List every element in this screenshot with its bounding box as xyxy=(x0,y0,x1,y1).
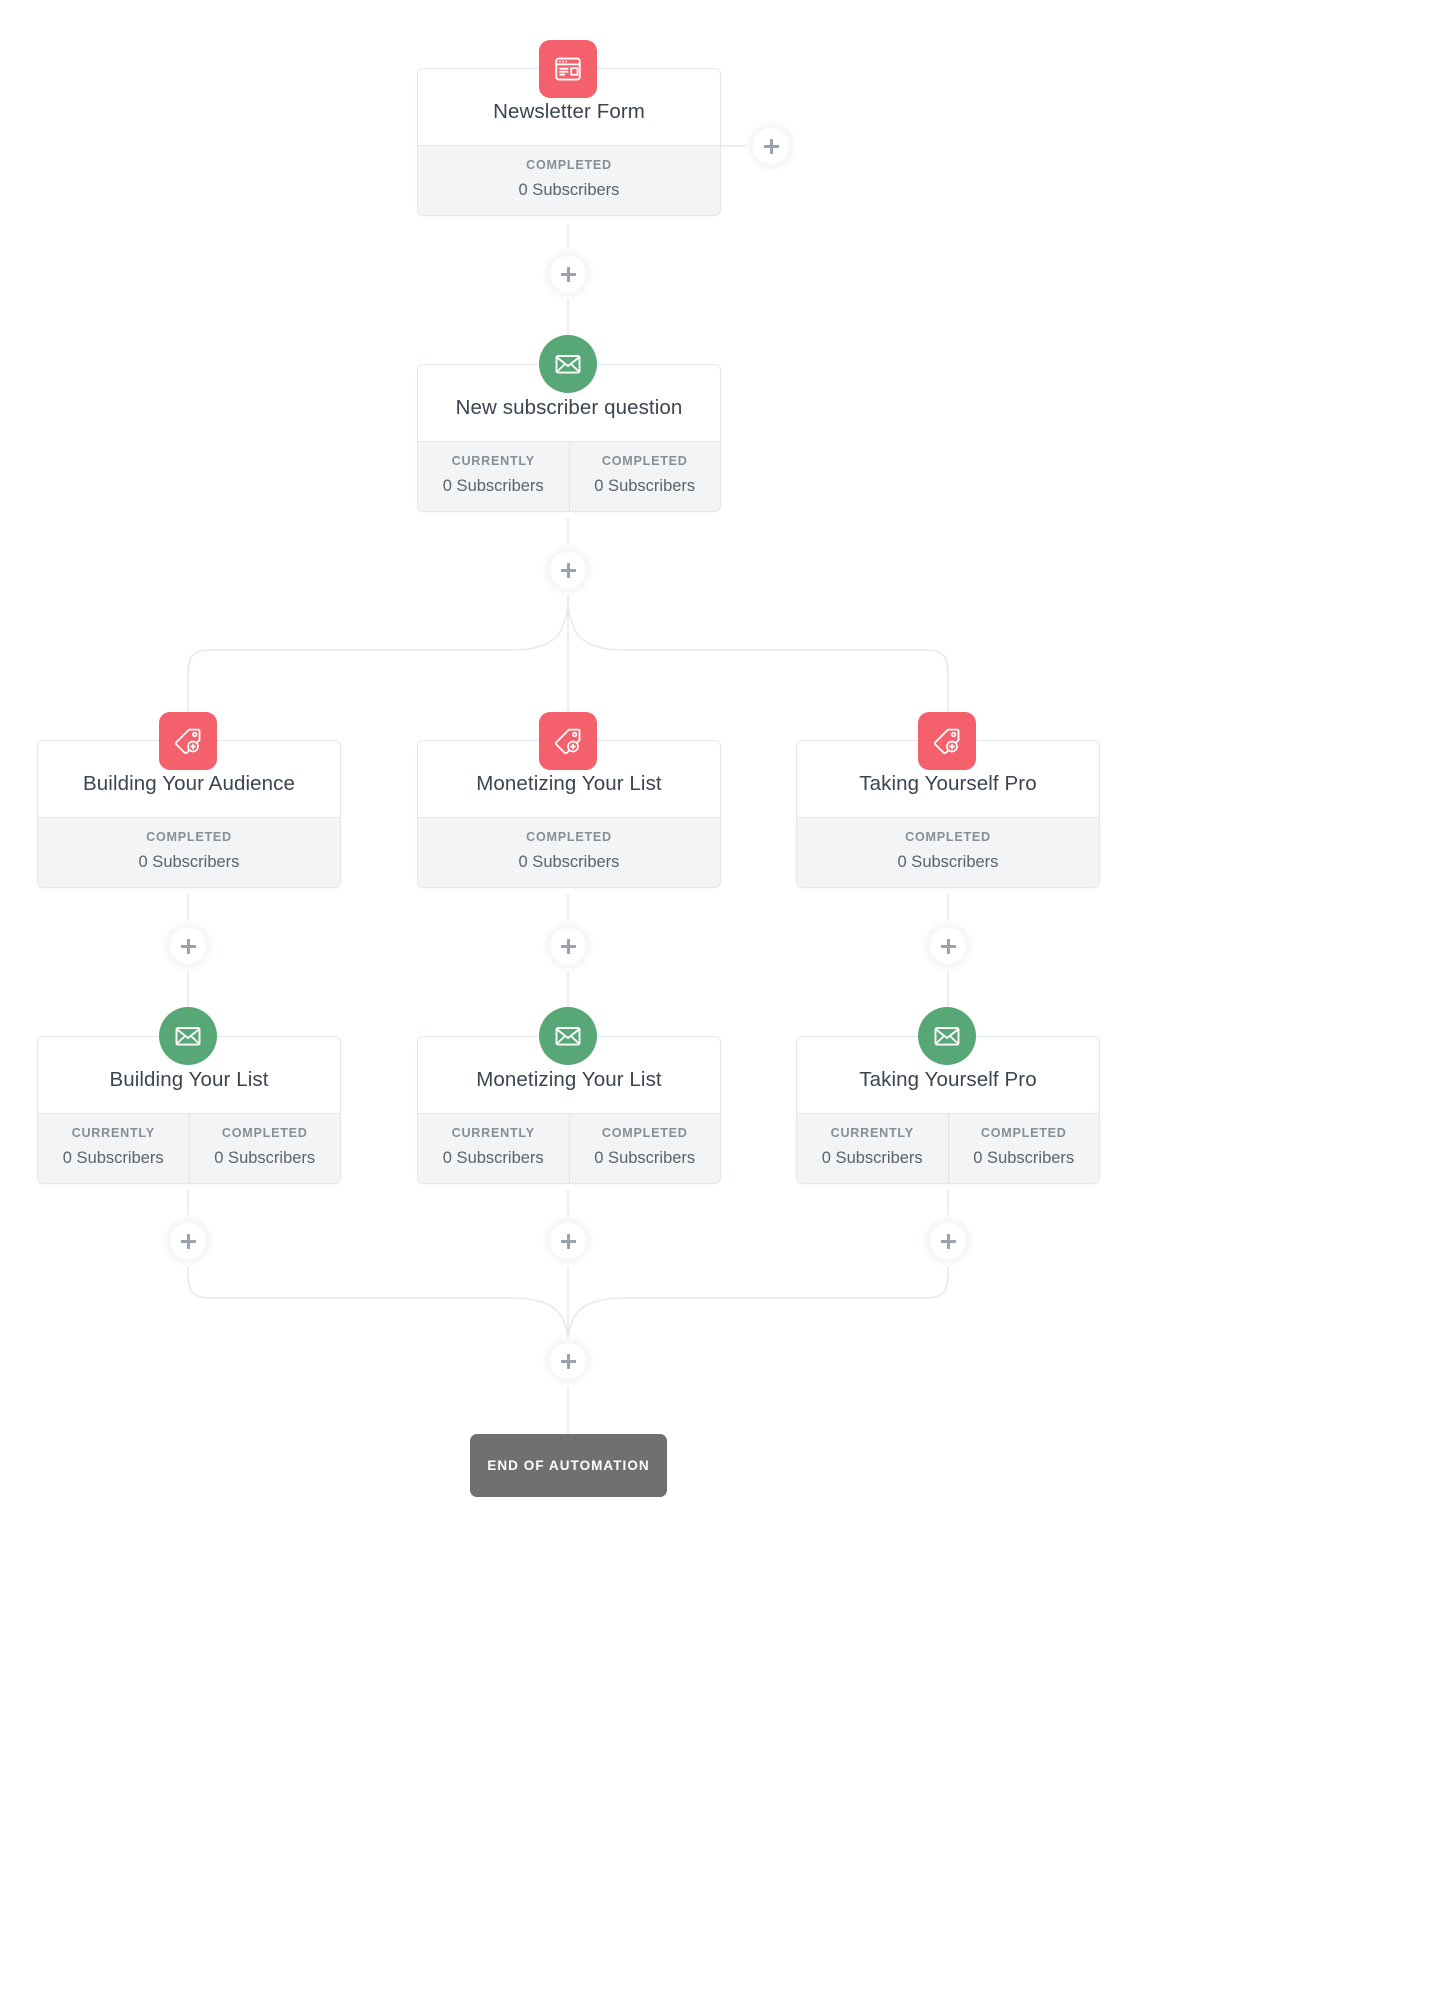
node-stats: COMPLETED 0 Subscribers xyxy=(797,816,1099,887)
node-stats: CURRENTLY 0 Subscribers COMPLETED 0 Subs… xyxy=(797,1112,1100,1183)
stat-value: 0 Subscribers xyxy=(973,1149,1075,1168)
stat-label: COMPLETED xyxy=(526,829,612,844)
add-step-button-face xyxy=(550,1343,586,1379)
add-step-button-tag-center[interactable] xyxy=(542,920,594,972)
form-icon xyxy=(555,57,581,81)
email-icon-badge-monetizing[interactable] xyxy=(539,1007,597,1065)
email-icon-badge-question[interactable] xyxy=(539,335,597,393)
tag-icon-badge-pro[interactable] xyxy=(918,712,976,770)
plus-icon xyxy=(763,138,779,154)
stat-value: 0 Subscribers xyxy=(518,853,620,872)
wire-merge-left xyxy=(187,1266,569,1346)
stat-value: 0 Subscribers xyxy=(138,853,240,872)
email-icon xyxy=(934,1027,960,1046)
form-icon-badge[interactable] xyxy=(539,40,597,98)
plus-icon xyxy=(560,266,576,282)
add-step-button-form-to-question[interactable] xyxy=(542,248,594,300)
email-icon xyxy=(555,1027,581,1046)
email-icon-badge-pro[interactable] xyxy=(918,1007,976,1065)
add-step-button-face xyxy=(550,256,586,292)
stat-completed: COMPLETED 0 Subscribers xyxy=(568,1113,721,1183)
stat-value: 0 Subscribers xyxy=(442,1149,544,1168)
node-stats: CURRENTLY 0 Subscribers COMPLETED 0 Subs… xyxy=(38,1112,341,1183)
add-step-button-face xyxy=(930,928,966,964)
end-of-automation-bar[interactable]: END OF AUTOMATION xyxy=(470,1434,667,1497)
stat-value: 0 Subscribers xyxy=(821,1149,923,1168)
stat-currently: CURRENTLY 0 Subscribers xyxy=(797,1114,948,1183)
plus-icon xyxy=(560,938,576,954)
stat-label: COMPLETED xyxy=(526,157,612,172)
plus-icon xyxy=(560,1233,576,1249)
plus-icon xyxy=(180,1233,196,1249)
email-icon-badge-building-list[interactable] xyxy=(159,1007,217,1065)
email-icon xyxy=(175,1027,201,1046)
add-step-button-face xyxy=(170,1223,206,1259)
stat-completed: COMPLETED 0 Subscribers xyxy=(418,818,720,887)
add-step-button-email-right[interactable] xyxy=(922,1215,974,1267)
stat-completed: COMPLETED 0 Subscribers xyxy=(418,146,720,215)
plus-icon xyxy=(940,938,956,954)
stat-value: 0 Subscribers xyxy=(594,477,696,496)
add-step-button-email-center[interactable] xyxy=(542,1215,594,1267)
stat-completed: COMPLETED 0 Subscribers xyxy=(188,1113,341,1183)
stat-label: COMPLETED xyxy=(905,829,991,844)
plus-icon xyxy=(180,938,196,954)
add-step-button-tag-right[interactable] xyxy=(922,920,974,972)
add-step-button-face xyxy=(170,928,206,964)
wire-merge-right xyxy=(567,1266,949,1346)
wire-branch-right xyxy=(567,595,949,741)
stat-currently: CURRENTLY 0 Subscribers xyxy=(418,442,569,511)
tag-add-icon xyxy=(555,728,581,755)
node-stats: COMPLETED 0 Subscribers xyxy=(418,816,720,887)
stat-value: 0 Subscribers xyxy=(594,1149,696,1168)
end-of-automation-label: END OF AUTOMATION xyxy=(487,1457,650,1473)
stat-label: COMPLETED xyxy=(601,1125,688,1140)
automation-flow-canvas: Newsletter Form COMPLETED 0 Subscribers xyxy=(0,0,1451,1999)
add-step-button-face xyxy=(550,1223,586,1259)
stat-currently: CURRENTLY 0 Subscribers xyxy=(418,1114,569,1183)
stat-currently: CURRENTLY 0 Subscribers xyxy=(38,1114,189,1183)
stat-value: 0 Subscribers xyxy=(897,853,999,872)
stat-value: 0 Subscribers xyxy=(62,1149,164,1168)
stat-value: 0 Subscribers xyxy=(442,477,544,496)
stat-label: COMPLETED xyxy=(980,1125,1067,1140)
stat-label: COMPLETED xyxy=(146,829,232,844)
add-step-button-before-end[interactable] xyxy=(542,1335,594,1387)
plus-icon xyxy=(560,1353,576,1369)
stat-value: 0 Subscribers xyxy=(214,1149,316,1168)
stat-completed: COMPLETED 0 Subscribers xyxy=(568,441,721,511)
stat-completed: COMPLETED 0 Subscribers xyxy=(797,818,1099,887)
add-step-button-face xyxy=(930,1223,966,1259)
tag-icon-badge-audience[interactable] xyxy=(159,712,217,770)
tag-add-icon xyxy=(175,728,201,755)
node-stats: COMPLETED 0 Subscribers xyxy=(38,816,340,887)
add-step-button-face xyxy=(550,552,586,588)
tag-add-icon xyxy=(934,728,960,755)
stat-completed: COMPLETED 0 Subscribers xyxy=(947,1113,1100,1183)
stat-label: CURRENTLY xyxy=(71,1125,155,1140)
email-icon xyxy=(555,355,581,374)
stat-label: COMPLETED xyxy=(221,1125,308,1140)
add-step-button-tag-left[interactable] xyxy=(162,920,214,972)
wire-branch-left xyxy=(187,595,569,741)
plus-icon xyxy=(560,562,576,578)
add-step-button-form-right[interactable] xyxy=(745,120,797,172)
node-stats: CURRENTLY 0 Subscribers COMPLETED 0 Subs… xyxy=(418,440,721,511)
stat-completed: COMPLETED 0 Subscribers xyxy=(38,818,340,887)
node-stats: CURRENTLY 0 Subscribers COMPLETED 0 Subs… xyxy=(418,1112,721,1183)
stat-label: CURRENTLY xyxy=(830,1125,914,1140)
plus-icon xyxy=(940,1233,956,1249)
add-step-button-face xyxy=(753,128,789,164)
stat-label: CURRENTLY xyxy=(451,1125,535,1140)
add-step-button-branch-split[interactable] xyxy=(542,544,594,596)
add-step-button-email-left[interactable] xyxy=(162,1215,214,1267)
connector-wires xyxy=(187,145,949,1435)
stat-label: CURRENTLY xyxy=(451,453,535,468)
stat-value: 0 Subscribers xyxy=(518,181,620,200)
stat-label: COMPLETED xyxy=(601,453,688,468)
tag-icon-badge-monetizing[interactable] xyxy=(539,712,597,770)
add-step-button-face xyxy=(550,928,586,964)
node-stats: COMPLETED 0 Subscribers xyxy=(418,144,720,215)
